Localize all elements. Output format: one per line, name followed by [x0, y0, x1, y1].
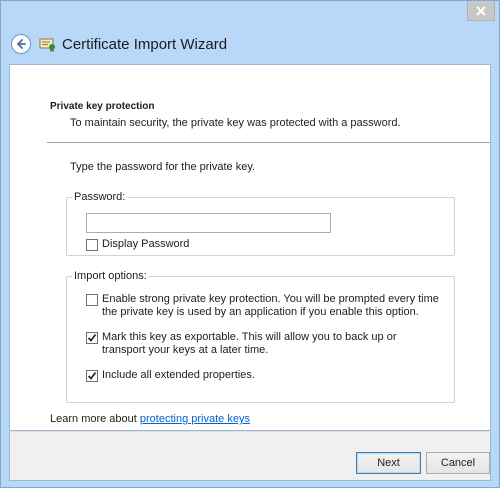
- exportable-option[interactable]: Mark this key as exportable. This will a…: [86, 331, 441, 357]
- import-options-group: Import options: Enable strong private ke…: [66, 270, 455, 403]
- password-group: Password: Display Password: [66, 191, 455, 256]
- import-options-label: Import options:: [72, 270, 149, 282]
- protecting-private-keys-link[interactable]: protecting private keys: [140, 413, 250, 425]
- extended-properties-option[interactable]: Include all extended properties.: [86, 369, 441, 382]
- header-separator: [47, 142, 490, 143]
- checkmark-icon: [87, 334, 97, 342]
- checkbox-box[interactable]: [86, 370, 98, 382]
- next-button[interactable]: Next: [356, 452, 421, 474]
- learn-more-text: Learn more about protecting private keys: [50, 413, 250, 425]
- checkbox-box[interactable]: [86, 332, 98, 344]
- cancel-button[interactable]: Cancel: [426, 452, 490, 474]
- window-title: Certificate Import Wizard: [62, 35, 228, 53]
- display-password-label: Display Password: [102, 238, 190, 250]
- checkbox-box[interactable]: [86, 239, 98, 251]
- title-bar: Certificate Import Wizard: [9, 29, 489, 59]
- strong-protection-label: Enable strong private key protection. Yo…: [102, 293, 439, 318]
- password-group-label: Password:: [72, 191, 128, 203]
- password-prompt: Type the password for the private key.: [70, 161, 256, 173]
- wizard-content: Private key protection To maintain secur…: [9, 64, 491, 431]
- page-heading: Private key protection: [50, 101, 155, 112]
- close-icon: [476, 5, 486, 16]
- display-password-checkbox[interactable]: Display Password: [86, 238, 189, 251]
- exportable-label: Mark this key as exportable. This will a…: [102, 331, 397, 356]
- checkbox-box[interactable]: [86, 294, 98, 306]
- back-arrow-icon: [17, 39, 26, 49]
- wizard-footer: Next Cancel: [9, 431, 491, 481]
- back-button[interactable]: [11, 34, 31, 54]
- password-input[interactable]: [86, 213, 331, 233]
- close-button[interactable]: [467, 1, 495, 21]
- certificate-icon: [39, 38, 55, 52]
- strong-protection-option[interactable]: Enable strong private key protection. Yo…: [86, 293, 441, 319]
- learn-more-prefix: Learn more about: [50, 413, 140, 425]
- checkmark-icon: [87, 372, 97, 380]
- page-subheading: To maintain security, the private key wa…: [70, 117, 401, 129]
- wizard-window: Certificate Import Wizard Private key pr…: [0, 0, 500, 488]
- extended-properties-label: Include all extended properties.: [102, 369, 255, 381]
